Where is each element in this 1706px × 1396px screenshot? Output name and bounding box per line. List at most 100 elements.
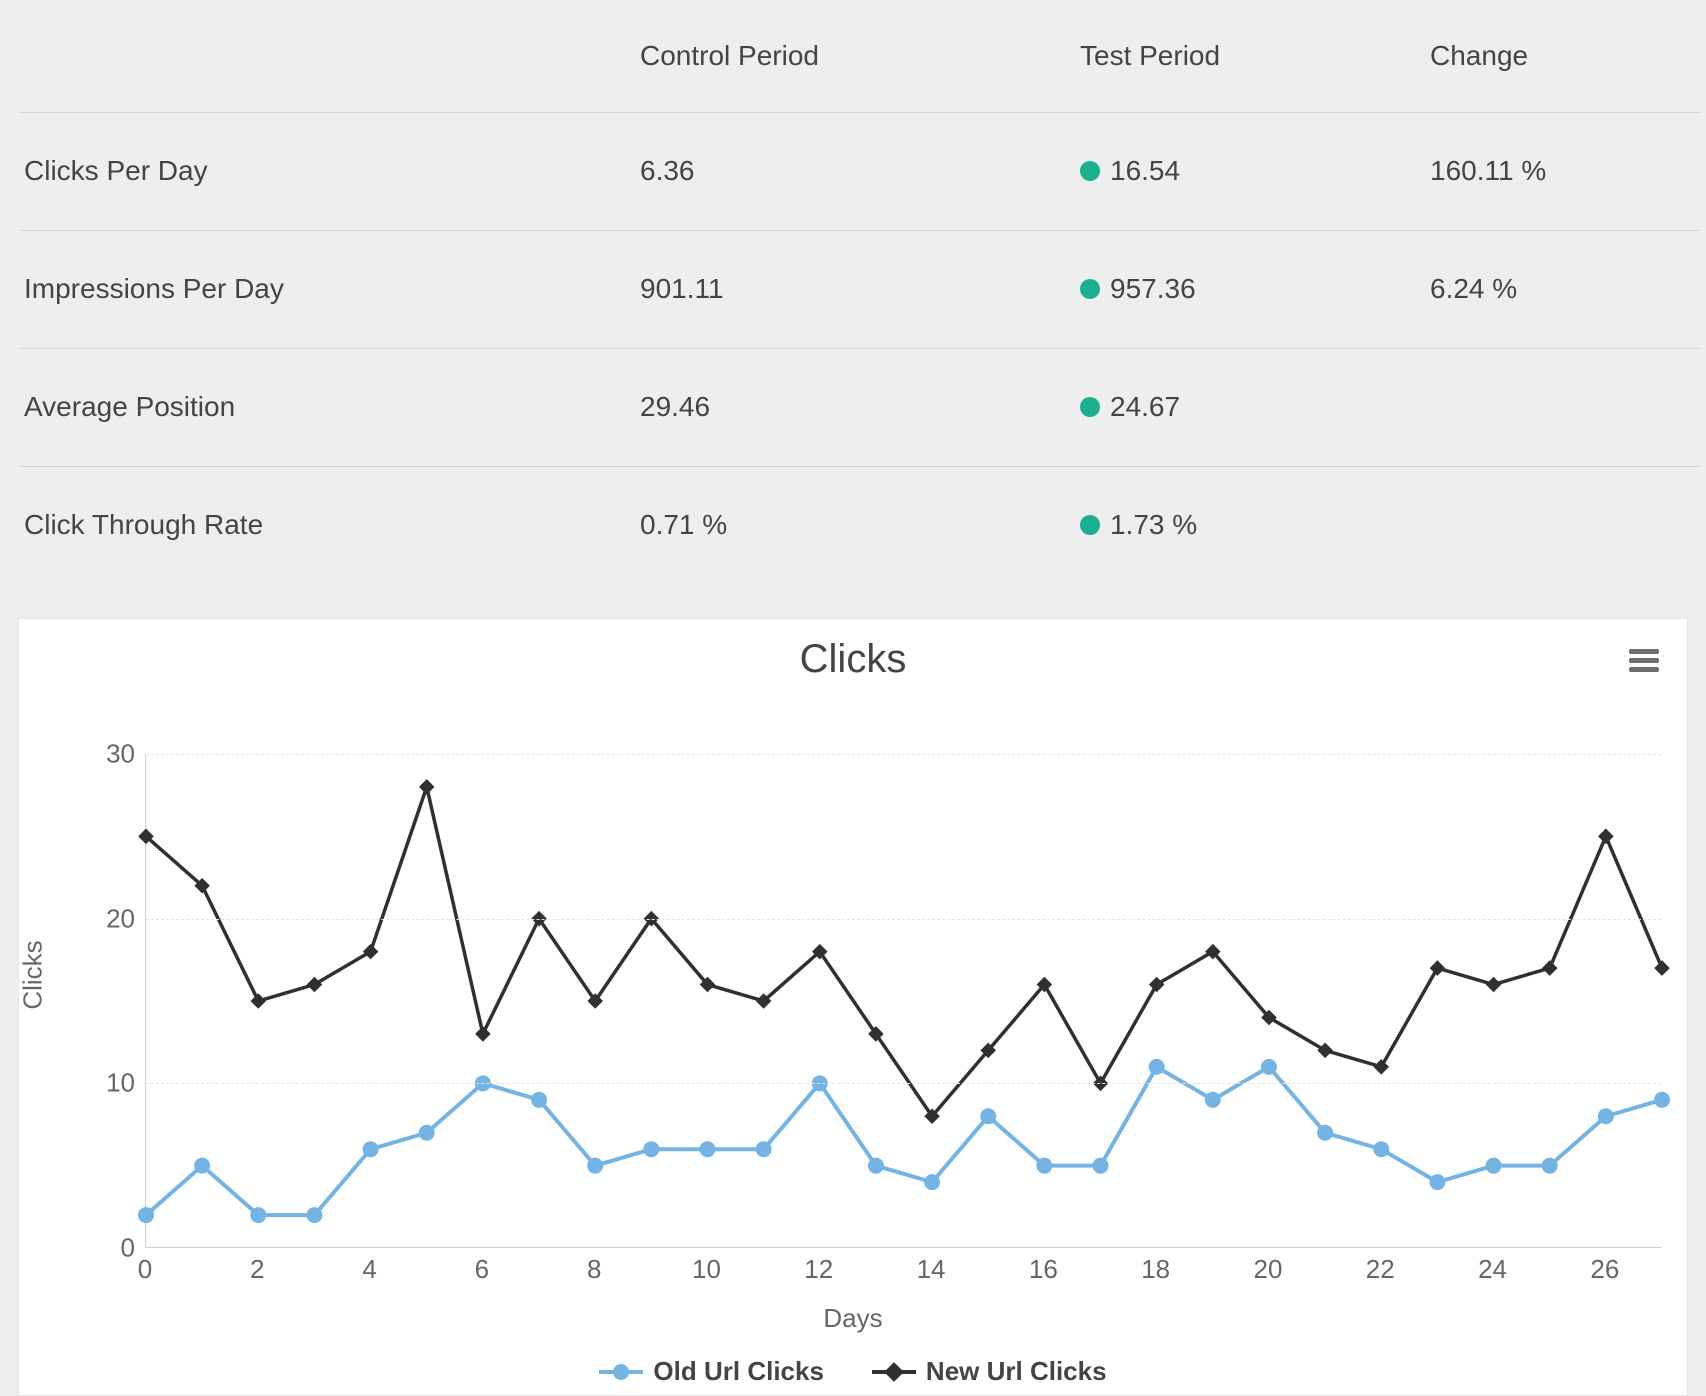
data-point[interactable] bbox=[1542, 1158, 1558, 1174]
table-row: Click Through Rate0.71 % 1.73 % bbox=[20, 466, 1700, 584]
chart-plot-area bbox=[145, 754, 1661, 1248]
data-point[interactable] bbox=[1373, 1059, 1389, 1075]
data-point[interactable] bbox=[138, 1207, 154, 1223]
data-point[interactable] bbox=[419, 1125, 435, 1141]
data-point[interactable] bbox=[1317, 1125, 1333, 1141]
x-tick-label: 16 bbox=[1029, 1254, 1058, 1285]
x-tick-label: 12 bbox=[804, 1254, 833, 1285]
cell-control: 6.36 bbox=[640, 112, 1080, 230]
cell-test-value: 16.54 bbox=[1110, 155, 1180, 186]
x-tick-label: 18 bbox=[1141, 1254, 1170, 1285]
chart-title: Clicks bbox=[19, 619, 1687, 682]
cell-test: 1.73 % bbox=[1080, 466, 1430, 584]
cell-metric: Click Through Rate bbox=[20, 466, 640, 584]
data-point[interactable] bbox=[363, 944, 379, 960]
data-point[interactable] bbox=[1542, 960, 1558, 976]
cell-test: 957.36 bbox=[1080, 230, 1430, 348]
data-point[interactable] bbox=[1598, 829, 1614, 845]
legend-item[interactable]: Old Url Clicks bbox=[599, 1356, 824, 1387]
x-tick-label: 26 bbox=[1590, 1254, 1619, 1285]
data-point[interactable] bbox=[1093, 1158, 1109, 1174]
data-point[interactable] bbox=[1149, 1059, 1165, 1075]
data-point[interactable] bbox=[1654, 1092, 1670, 1108]
chart-svg bbox=[146, 754, 1661, 1247]
header-control: Control Period bbox=[640, 0, 1080, 112]
legend-item[interactable]: New Url Clicks bbox=[872, 1356, 1107, 1387]
cell-test-value: 24.67 bbox=[1110, 391, 1180, 422]
data-point[interactable] bbox=[306, 1207, 322, 1223]
chart-plot-wrap: Clicks 010203002468101214161820222426 bbox=[19, 682, 1687, 1267]
y-tick-label: 20 bbox=[75, 903, 135, 934]
data-point[interactable] bbox=[980, 1108, 996, 1124]
data-point[interactable] bbox=[1261, 1059, 1277, 1075]
series-line bbox=[146, 1067, 1662, 1215]
status-dot-icon bbox=[1080, 397, 1100, 417]
data-point[interactable] bbox=[531, 1092, 547, 1108]
cell-control: 901.11 bbox=[640, 230, 1080, 348]
header-change: Change bbox=[1430, 0, 1700, 112]
legend-circle-icon bbox=[599, 1360, 643, 1384]
data-point[interactable] bbox=[1149, 977, 1165, 993]
data-point[interactable] bbox=[251, 993, 267, 1009]
metrics-table: Control Period Test Period Change Clicks… bbox=[20, 0, 1700, 584]
clicks-chart-card: Clicks Clicks 01020300246810121416182022… bbox=[18, 618, 1688, 1396]
x-tick-label: 14 bbox=[917, 1254, 946, 1285]
y-tick-label: 10 bbox=[75, 1068, 135, 1099]
cell-test-value: 957.36 bbox=[1110, 273, 1196, 304]
x-axis-label: Days bbox=[19, 1303, 1687, 1334]
data-point[interactable] bbox=[1373, 1141, 1389, 1157]
cell-change bbox=[1430, 348, 1700, 466]
cell-change: 6.24 % bbox=[1430, 230, 1700, 348]
table-row: Clicks Per Day6.3616.54160.11 % bbox=[20, 112, 1700, 230]
y-axis-label: Clicks bbox=[18, 940, 49, 1009]
data-point[interactable] bbox=[1598, 1108, 1614, 1124]
data-point[interactable] bbox=[1317, 1043, 1333, 1059]
data-point[interactable] bbox=[475, 1026, 491, 1042]
cell-test: 24.67 bbox=[1080, 348, 1430, 466]
table-header-row: Control Period Test Period Change bbox=[20, 0, 1700, 112]
data-point[interactable] bbox=[699, 1141, 715, 1157]
legend-label: New Url Clicks bbox=[926, 1356, 1107, 1387]
cell-metric: Clicks Per Day bbox=[20, 112, 640, 230]
status-dot-icon bbox=[1080, 161, 1100, 181]
data-point[interactable] bbox=[643, 1141, 659, 1157]
cell-control: 0.71 % bbox=[640, 466, 1080, 584]
header-metric bbox=[20, 0, 640, 112]
chart-legend: Old Url Clicks New Url Clicks bbox=[19, 1356, 1687, 1391]
data-point[interactable] bbox=[587, 1158, 603, 1174]
cell-test-value: 1.73 % bbox=[1110, 509, 1197, 540]
header-test: Test Period bbox=[1080, 0, 1430, 112]
status-dot-icon bbox=[1080, 515, 1100, 535]
data-point[interactable] bbox=[1036, 1158, 1052, 1174]
chart-menu-icon[interactable] bbox=[1629, 645, 1659, 676]
data-point[interactable] bbox=[419, 779, 435, 795]
table-row: Impressions Per Day901.11 957.36 6.24 % bbox=[20, 230, 1700, 348]
data-point[interactable] bbox=[363, 1141, 379, 1157]
data-point[interactable] bbox=[756, 1141, 772, 1157]
table-row: Average Position29.46 24.67 bbox=[20, 348, 1700, 466]
cell-control: 29.46 bbox=[640, 348, 1080, 466]
data-point[interactable] bbox=[1205, 1092, 1221, 1108]
x-tick-label: 22 bbox=[1366, 1254, 1395, 1285]
data-point[interactable] bbox=[1430, 960, 1446, 976]
cell-metric: Impressions Per Day bbox=[20, 230, 640, 348]
y-tick-label: 0 bbox=[75, 1233, 135, 1264]
x-tick-label: 10 bbox=[692, 1254, 721, 1285]
x-tick-label: 8 bbox=[587, 1254, 601, 1285]
data-point[interactable] bbox=[194, 1158, 210, 1174]
data-point[interactable] bbox=[868, 1158, 884, 1174]
x-tick-label: 0 bbox=[138, 1254, 152, 1285]
cell-test: 16.54 bbox=[1080, 112, 1430, 230]
x-tick-label: 6 bbox=[475, 1254, 489, 1285]
x-tick-label: 2 bbox=[250, 1254, 264, 1285]
data-point[interactable] bbox=[1429, 1174, 1445, 1190]
data-point[interactable] bbox=[1654, 960, 1670, 976]
data-point[interactable] bbox=[307, 977, 323, 993]
data-point[interactable] bbox=[250, 1207, 266, 1223]
data-point[interactable] bbox=[1486, 977, 1502, 993]
cell-metric: Average Position bbox=[20, 348, 640, 466]
data-point[interactable] bbox=[1486, 1158, 1502, 1174]
data-point[interactable] bbox=[924, 1174, 940, 1190]
x-tick-label: 20 bbox=[1253, 1254, 1282, 1285]
legend-diamond-icon bbox=[872, 1360, 916, 1384]
